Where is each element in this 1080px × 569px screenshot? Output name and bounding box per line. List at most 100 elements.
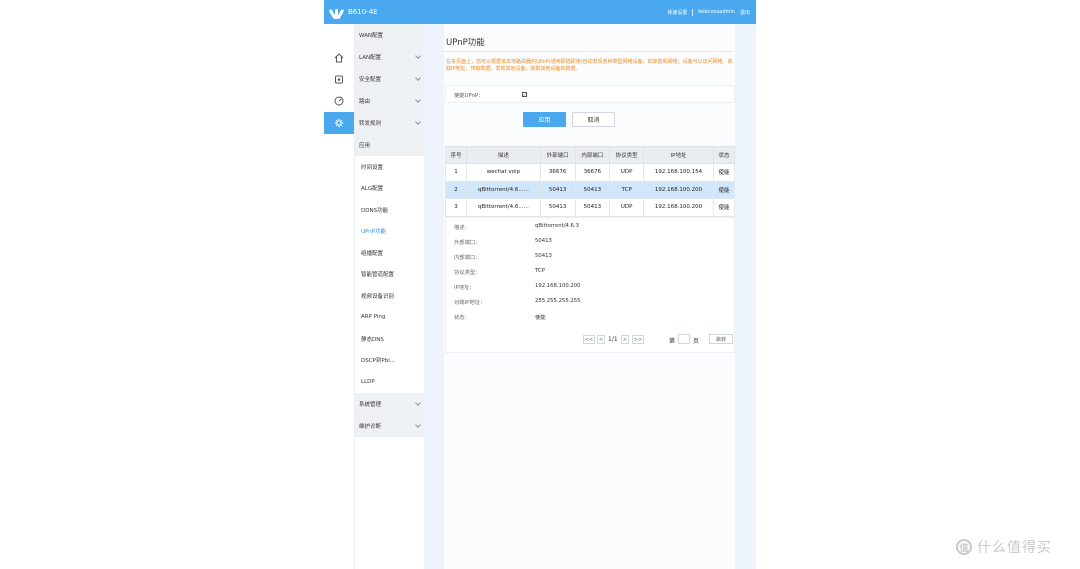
cell-ip-address: 192.168.100.200	[643, 198, 714, 217]
detail-value-protocol: TCP	[535, 268, 545, 274]
detail-label-description: 描述：	[454, 225, 470, 231]
nav-router[interactable]	[324, 68, 354, 90]
main-content: UPnP功能 在本页面上，您可以根据该本地路由器的UPnP(通用即插即用)自动发…	[444, 24, 736, 569]
goto-suffix: 页	[693, 338, 700, 345]
table-row-selected[interactable]: 2 qBittorrent/4.6...... 50413 50413 TCP …	[445, 180, 736, 199]
menu-item-application[interactable]: 应用	[355, 134, 424, 156]
cell-index: 1	[445, 163, 467, 182]
submenu-item-multicast[interactable]: 组播配置	[355, 242, 424, 264]
submenu-label: 智能管道配置	[361, 272, 395, 279]
submenu-item-time[interactable]: 时间设置	[355, 156, 424, 178]
cell-external-port: 36676	[539, 163, 576, 182]
submenu-label: DDNS功能	[361, 207, 389, 214]
submenu-item-smart-pipe[interactable]: 智能管道配置	[355, 264, 424, 286]
logout-link[interactable]: 退出	[740, 9, 750, 16]
next-page-button[interactable]: >	[621, 335, 629, 344]
submenu-item-video-device[interactable]: 视频设备识别	[355, 285, 424, 307]
table-row[interactable]: 1 wechat voip 36676 36676 UDP 192.168.10…	[445, 163, 736, 182]
upnp-table: 序号 描述 外部端口 内部端口 协议类型 IP地址 状态 1 wechat vo…	[445, 146, 736, 217]
menu-item-wan[interactable]: WAN配置	[355, 24, 424, 46]
router-icon	[335, 75, 343, 84]
page-number-input[interactable]	[678, 334, 690, 344]
cell-index: 3	[445, 198, 467, 217]
top-links: 快速设置 teleconsadmin 退出	[667, 0, 750, 24]
menu-item-system[interactable]: 系统管理	[355, 393, 424, 415]
nav-status[interactable]	[324, 90, 354, 112]
submenu-item-static-dns[interactable]: 静态DNS	[355, 328, 424, 350]
detail-value-description: qBittorrent/4.6.3	[535, 223, 579, 229]
page-indicator: 1/1	[608, 336, 618, 343]
enable-upnp-label: 使能UPnP：	[454, 93, 484, 99]
submenu-item-lldp[interactable]: LLDP	[355, 371, 424, 393]
page-description: 在本页面上，您可以根据该本地路由器的UPnP(通用即插即用)自动发现各种类型网络…	[446, 59, 733, 72]
submenu-item-alg[interactable]: ALG配置	[355, 178, 424, 200]
chevron-down-icon	[415, 400, 421, 406]
menu-item-lan[interactable]: LAN配置	[355, 46, 424, 68]
submenu-label: ALG配置	[361, 186, 384, 193]
detail-panel: 描述： qBittorrent/4.6.3 外部端口： 50413 内部端口： …	[445, 217, 735, 353]
first-page-button[interactable]: <<	[583, 335, 595, 344]
prev-page-button[interactable]: <	[597, 335, 605, 344]
nav-home[interactable]	[324, 47, 354, 69]
cancel-button[interactable]: 取消	[572, 112, 615, 127]
menu-item-label: WAN配置	[359, 33, 384, 39]
cell-index: 2	[445, 180, 467, 199]
col-status: 状态	[712, 146, 736, 164]
cell-description: qBittorrent/4.6......	[465, 180, 541, 199]
submenu-label: LLDP	[361, 378, 375, 385]
submenu-item-arp-ping[interactable]: ARP Ping	[355, 307, 424, 329]
detail-value-ip: 192.168.100.200	[535, 283, 581, 289]
nav-settings[interactable]	[324, 112, 354, 134]
menu-item-diagnostics[interactable]: 维护诊断	[355, 415, 424, 437]
watermark-text: 什么值得买	[977, 540, 1052, 556]
detail-value-remote-ip: 255.255.255.255	[535, 298, 581, 304]
detail-value-status: 使能	[535, 315, 546, 321]
cell-external-port: 50413	[539, 180, 576, 199]
gear-icon	[334, 118, 344, 128]
app-frame: B610-4E 快速设置 teleconsadmin 退出 WAN配置 LAN配…	[324, 0, 756, 569]
apply-button[interactable]: 应用	[523, 112, 566, 127]
submenu-label: ARP Ping	[361, 314, 386, 321]
submenu-label: 视频设备识别	[361, 293, 395, 300]
menu-item-label: 安全配置	[359, 77, 382, 83]
submenu-label: 静态DNS	[361, 336, 384, 343]
submenu-item-ddns[interactable]: DDNS功能	[355, 199, 424, 221]
cell-description: wechat voip	[465, 163, 541, 182]
menu-item-forwarding[interactable]: 转发规则	[355, 112, 424, 134]
detail-value-internal-port: 50413	[535, 253, 552, 259]
chevron-down-icon	[415, 53, 421, 59]
cell-status: 使能	[712, 198, 736, 217]
col-index: 序号	[445, 146, 467, 164]
chevron-down-icon	[415, 97, 421, 103]
table-header-row: 序号 描述 外部端口 内部端口 协议类型 IP地址 状态	[445, 146, 736, 164]
chevron-down-icon	[415, 422, 421, 428]
jump-button[interactable]: 跳转	[709, 334, 733, 344]
cell-internal-port: 50413	[574, 180, 611, 199]
huawei-logo-icon	[328, 5, 345, 20]
cell-ip-address: 192.168.100.154	[643, 163, 714, 182]
menu-item-label: 转发规则	[359, 121, 382, 127]
submenu-label: UPnP功能	[361, 229, 387, 236]
submenu-label: 组播配置	[361, 250, 384, 257]
cell-protocol: TCP	[609, 180, 645, 199]
cell-description: qBittorrent/4.6......	[465, 198, 541, 217]
link-divider	[692, 8, 694, 16]
col-ip-address: IP地址	[643, 146, 714, 164]
submenu-item-dscp[interactable]: DSCP到Pbi...	[355, 350, 424, 372]
username-link[interactable]: teleconsadmin	[698, 9, 735, 15]
menu-item-route[interactable]: 路由	[355, 90, 424, 112]
last-page-button[interactable]: >>	[632, 335, 644, 344]
top-bar: B610-4E 快速设置 teleconsadmin 退出	[324, 0, 756, 24]
table-row[interactable]: 3 qBittorrent/4.6...... 50413 50413 UDP …	[445, 198, 736, 217]
quick-setup-link[interactable]: 快速设置	[667, 9, 687, 16]
detail-value-external-port: 50413	[535, 238, 552, 244]
submenu-item-upnp[interactable]: UPnP功能	[355, 221, 424, 243]
cell-internal-port: 36676	[574, 163, 611, 182]
detail-label-status: 状态：	[454, 315, 470, 321]
chevron-down-icon	[415, 75, 421, 81]
watermark: 值 什么值得买	[956, 537, 1052, 557]
cell-status: 使能	[712, 163, 736, 182]
enable-upnp-checkbox[interactable]: ✓	[522, 92, 527, 97]
menu-item-security[interactable]: 安全配置	[355, 68, 424, 90]
col-description: 描述	[465, 146, 541, 164]
